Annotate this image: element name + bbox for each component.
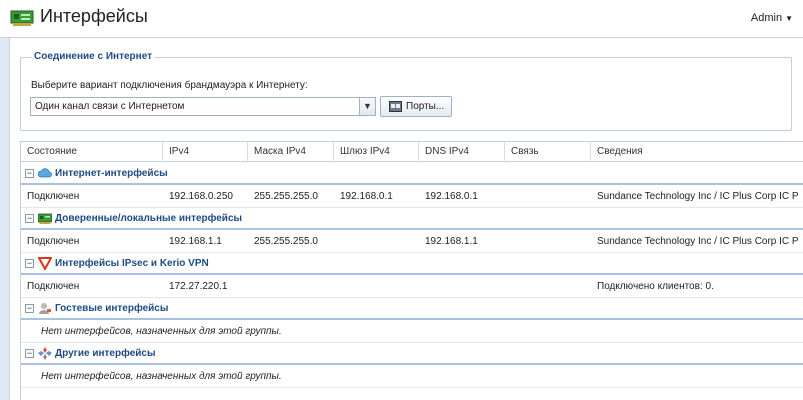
group-label: Гостевые интерфейсы (55, 303, 169, 314)
cell-status: Подключен (27, 236, 80, 247)
column-header-dns[interactable]: DNS IPv4 (419, 142, 505, 162)
cell-info: Sundance Technology Inc / IC Plus Corp I… (597, 191, 799, 202)
ports-icon (389, 101, 402, 112)
column-header-mask[interactable]: Маска IPv4 (248, 142, 334, 162)
connection-prompt: Выберите вариант подключения брандмауэра… (31, 80, 308, 91)
user-menu[interactable]: Admin ▼ (751, 12, 793, 24)
group-row[interactable]: − Интернет-интерфейсы (21, 163, 803, 185)
cell-gateway: 192.168.0.1 (340, 191, 393, 202)
interfaces-grid: Состояние IPv4 Маска IPv4 Шлюз IPv4 DNS IPv4… (20, 141, 803, 400)
page-title: Интерфейсы (40, 6, 148, 26)
top-bar: Интерфейсы Admin ▼ (0, 0, 803, 38)
group-label: Доверенные/локальные интерфейсы (55, 213, 243, 224)
ports-button-label: Порты... (406, 101, 445, 112)
cell-dns: 192.168.0.1 (425, 191, 478, 202)
connection-type-select[interactable]: Один канал связи с Интернетом ▼ (30, 97, 376, 116)
cell-ipv4: 192.168.0.250 (169, 191, 233, 202)
table-row[interactable]: Подключен 172.27.220.1 Подключено клиентов… (21, 276, 803, 298)
cell-link (505, 231, 591, 253)
chevron-down-icon[interactable]: ▼ (359, 98, 375, 115)
connection-type-value: Один канал связи с Интернетом (35, 101, 185, 112)
cell-gateway (334, 231, 419, 253)
column-header-status[interactable]: Состояние (21, 142, 163, 162)
cell-ipv4: 172.27.220.1 (169, 281, 228, 292)
cell-dns: 192.168.1.1 (425, 236, 478, 247)
collapse-icon[interactable]: − (25, 349, 34, 358)
vpn-shield-icon (37, 257, 53, 272)
group-row[interactable]: − Другие интерфейсы (21, 343, 803, 365)
collapse-icon[interactable]: − (25, 304, 34, 313)
group-row[interactable]: − Гостевые интерфейсы (21, 298, 803, 320)
grid-header: Состояние IPv4 Маска IPv4 Шлюз IPv4 DNS IPv4… (21, 142, 803, 162)
group-label: Интернет-интерфейсы (55, 168, 168, 179)
network-card-icon (38, 212, 52, 225)
group-row[interactable]: − Доверенные/локальные интерфейсы (21, 208, 803, 230)
collapse-icon[interactable]: − (25, 169, 34, 178)
group-label: Интерфейсы IPsec и Kerio VPN (55, 258, 209, 269)
cell-ipv4: 192.168.1.1 (169, 236, 222, 247)
cell-mask (248, 276, 334, 298)
chevron-down-icon: ▼ (785, 14, 793, 23)
network-card-icon (10, 10, 34, 26)
empty-row: Нет интерфейсов, назначенных для этой гр… (21, 321, 803, 343)
empty-row: Нет интерфейсов, назначенных для этой гр… (21, 366, 803, 388)
cell-gateway (334, 276, 419, 298)
cell-mask: 255.255.255.0 (254, 236, 318, 247)
group-label: Другие интерфейсы (55, 348, 156, 359)
cell-info: Sundance Technology Inc / IC Plus Corp I… (597, 236, 799, 247)
table-row[interactable]: Подключен 192.168.0.250 255.255.255.0 192.1… (21, 186, 803, 208)
main-panel: Соединение с Интернет Выберите вариант п… (9, 38, 803, 400)
internet-connection-section: Соединение с Интернет Выберите вариант п… (20, 51, 792, 131)
column-header-ipv4[interactable]: IPv4 (163, 142, 248, 162)
collapse-icon[interactable]: − (25, 259, 34, 268)
guest-user-icon (38, 302, 52, 315)
cell-mask: 255.255.255.0 (254, 191, 318, 202)
cell-link (505, 186, 591, 208)
table-row[interactable]: Подключен 192.168.1.1 255.255.255.0 192.168… (21, 231, 803, 253)
user-name: Admin (750, 12, 783, 24)
cell-dns (419, 276, 505, 298)
cell-status: Подключен (27, 281, 80, 292)
empty-group-message: Нет интерфейсов, назначенных для этой гр… (41, 326, 282, 337)
column-header-info[interactable]: Сведения (591, 142, 803, 162)
ports-button[interactable]: Порты... (380, 96, 452, 117)
column-header-link[interactable]: Связь (505, 142, 591, 162)
cloud-icon (37, 167, 52, 180)
empty-group-message: Нет интерфейсов, назначенных для этой гр… (41, 371, 282, 382)
cell-link (505, 276, 591, 298)
group-row[interactable]: − Интерфейсы IPsec и Kerio VPN (21, 253, 803, 275)
cell-status: Подключен (27, 191, 80, 202)
section-title: Соединение с Интернет (32, 51, 155, 62)
other-interfaces-icon (38, 347, 52, 360)
collapse-icon[interactable]: − (25, 214, 34, 223)
column-header-gateway[interactable]: Шлюз IPv4 (334, 142, 419, 162)
cell-info: Подключено клиентов: 0. (597, 281, 714, 292)
